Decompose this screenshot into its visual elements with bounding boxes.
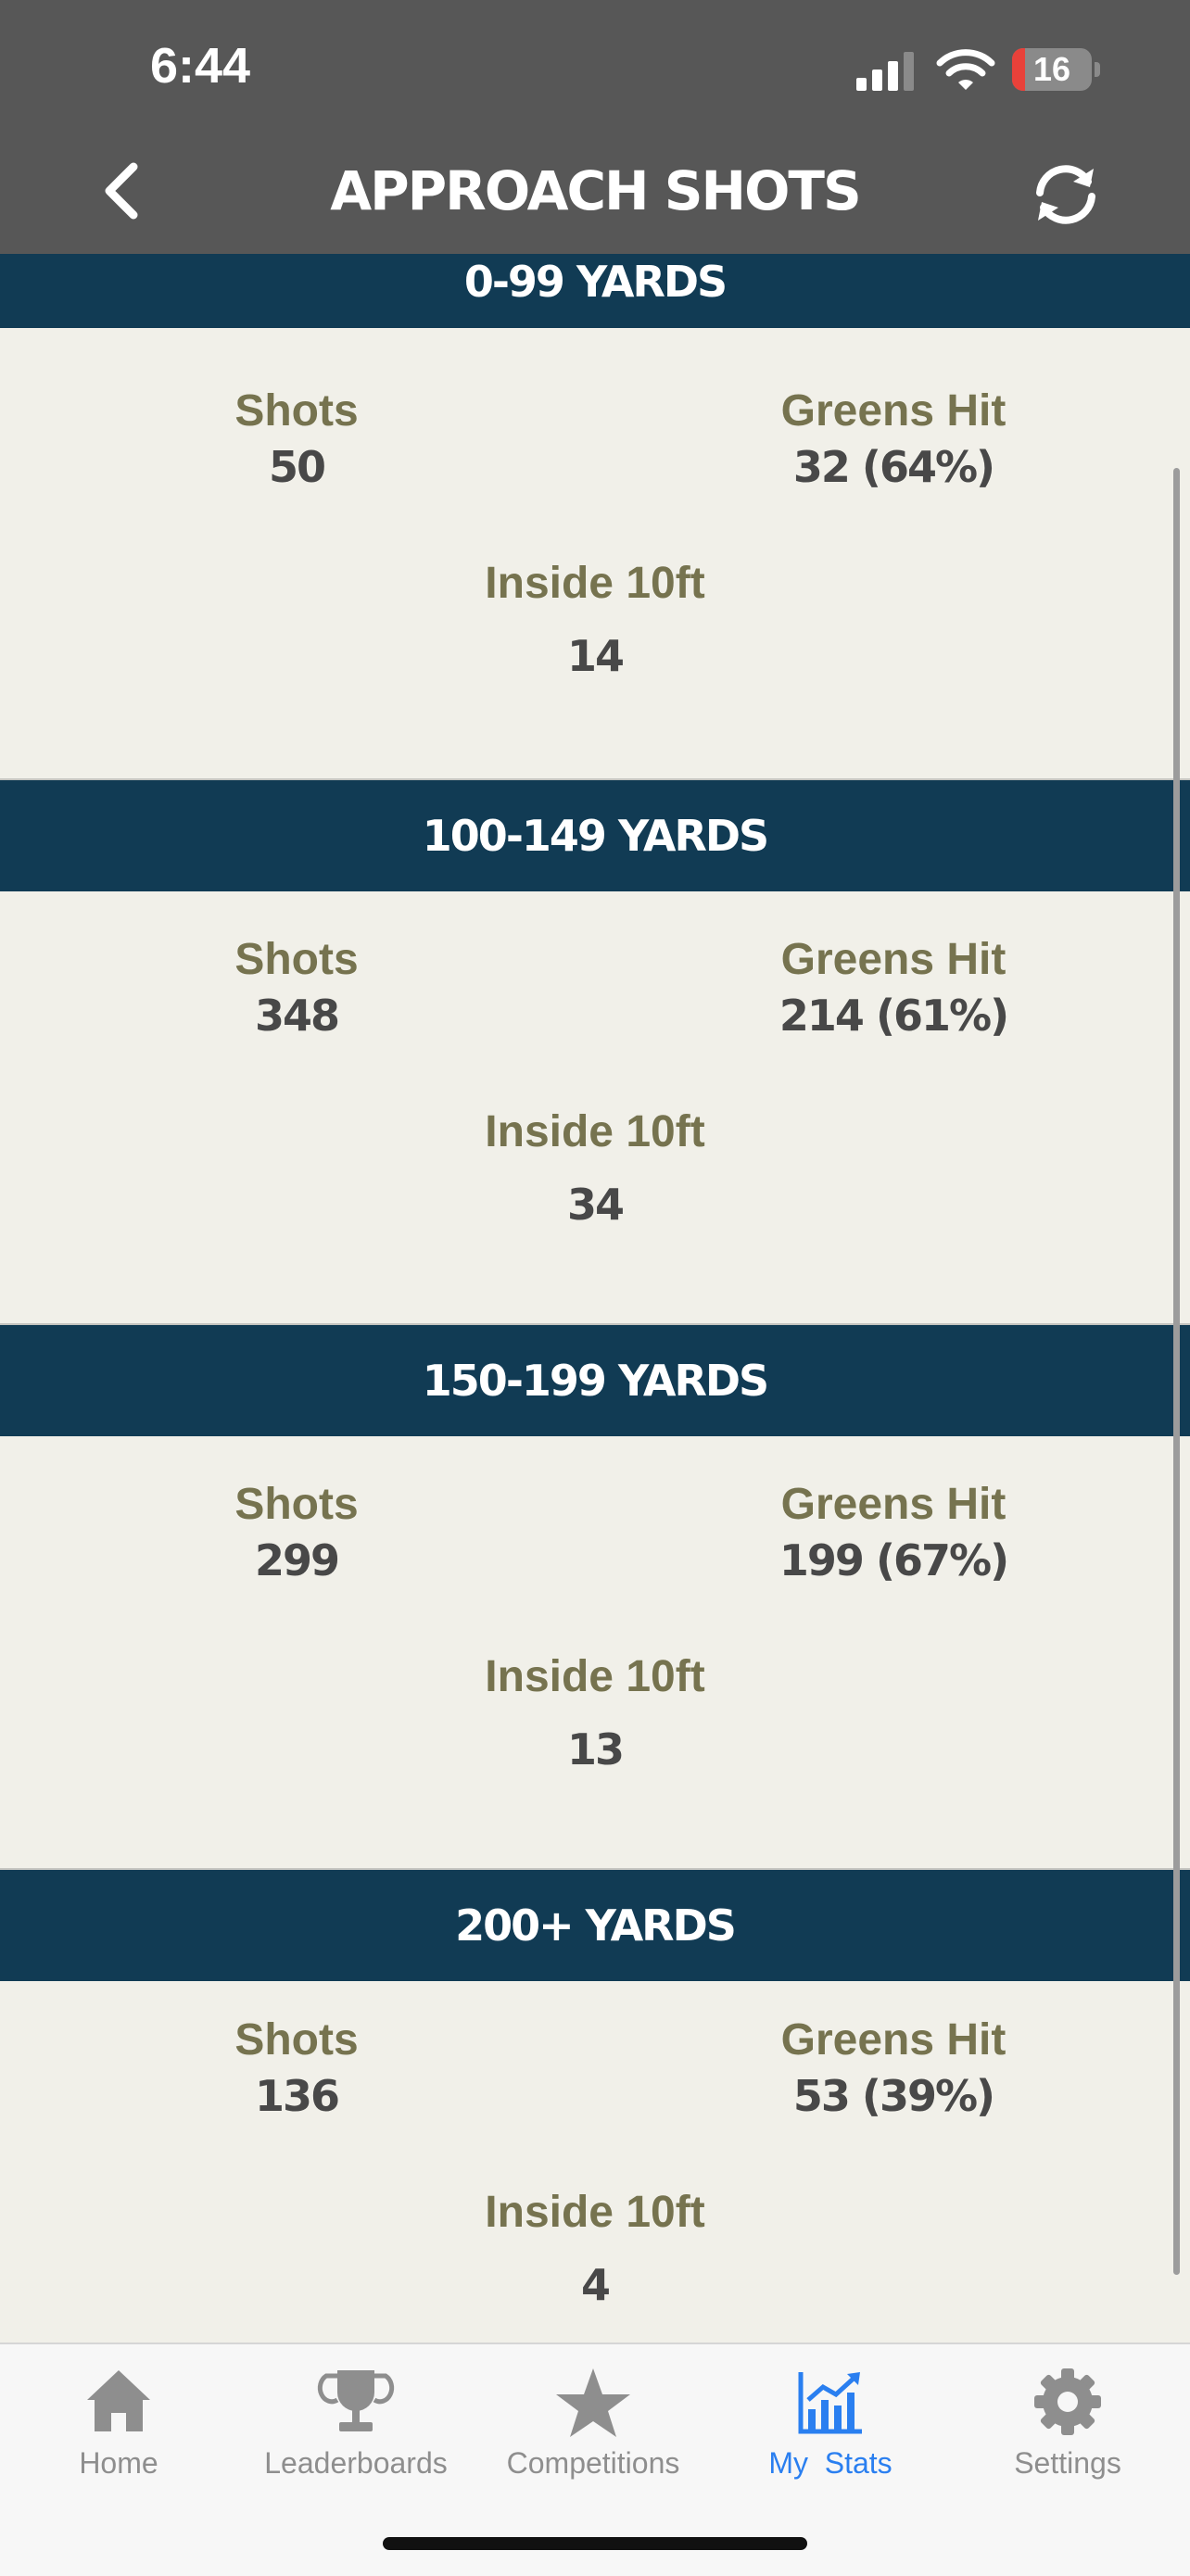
greens-hit-stat: Greens Hit 214 (61%): [699, 932, 1088, 1043]
shots-stat: Shots 348: [102, 932, 491, 1043]
greens-hit-label: Greens Hit: [780, 2015, 1006, 2065]
cellular-signal-icon: [856, 52, 914, 91]
home-indicator[interactable]: [383, 2537, 807, 2550]
back-button[interactable]: [89, 158, 156, 224]
shots-value: 50: [268, 442, 326, 492]
tab-label: Settings: [1014, 2446, 1121, 2480]
shots-stat: Shots 50: [102, 384, 491, 495]
battery-indicator: 16: [1012, 48, 1101, 91]
tab-label: My Stats: [768, 2446, 892, 2480]
shots-value: 348: [254, 991, 340, 1041]
chart-icon: [798, 2372, 862, 2434]
section-body: Shots 299 Greens Hit 199 (67%) Inside 10…: [0, 1436, 1190, 1868]
inside-10ft-stat: Inside 10ft 4: [400, 2185, 790, 2313]
inside-10ft-stat: Inside 10ft 13: [400, 1649, 790, 1777]
greens-hit-value: 214 (61%): [779, 991, 1009, 1041]
approach-stats-list[interactable]: 0-99 YARDS Shots 50 Greens Hit 32 (64%) …: [0, 254, 1190, 2342]
tab-settings[interactable]: Settings: [949, 2363, 1186, 2502]
tab-home[interactable]: Home: [0, 2363, 237, 2502]
tab-my-stats[interactable]: My Stats: [712, 2363, 949, 2502]
greens-hit-value: 53 (39%): [792, 2071, 995, 2121]
tab-competitions[interactable]: Competitions: [475, 2363, 712, 2502]
section-header: 150-199 YARDS: [0, 1325, 1190, 1436]
inside-10ft-value: 34: [566, 1180, 625, 1230]
shots-value: 136: [254, 2071, 340, 2121]
tab-label: Competitions: [506, 2446, 680, 2480]
inside-10ft-label: Inside 10ft: [485, 1652, 705, 1701]
section-header: 200+ YARDS: [0, 1870, 1190, 1981]
trophy-icon: [317, 2370, 395, 2431]
inside-10ft-label: Inside 10ft: [485, 1107, 705, 1156]
section-header: 100-149 YARDS: [0, 780, 1190, 891]
greens-hit-stat: Greens Hit 32 (64%): [699, 384, 1088, 495]
greens-hit-label: Greens Hit: [780, 1480, 1006, 1529]
section-header: 0-99 YARDS: [0, 254, 1190, 328]
navigation-bar: APPROACH SHOTS: [0, 139, 1190, 254]
wifi-icon: [936, 49, 995, 90]
tab-label: Home: [79, 2446, 158, 2480]
inside-10ft-label: Inside 10ft: [485, 559, 705, 608]
refresh-button[interactable]: [1027, 158, 1105, 232]
greens-hit-label: Greens Hit: [780, 935, 1006, 984]
inside-10ft-value: 14: [566, 631, 625, 681]
section-body: Shots 136 Greens Hit 53 (39%) Inside 10f…: [0, 1981, 1190, 2342]
shots-label: Shots: [234, 1480, 359, 1529]
refresh-icon: [1036, 165, 1095, 224]
shots-label: Shots: [234, 935, 359, 984]
status-bar: 6:44 16: [0, 0, 1190, 139]
tab-label: Leaderboards: [264, 2446, 448, 2480]
inside-10ft-stat: Inside 10ft 34: [400, 1105, 790, 1232]
shots-stat: Shots 136: [102, 2013, 491, 2124]
battery-level: 16: [1032, 50, 1071, 88]
greens-hit-value: 32 (64%): [792, 442, 995, 492]
home-icon: [87, 2370, 150, 2431]
section-body: Shots 50 Greens Hit 32 (64%) Inside 10ft…: [0, 347, 1190, 778]
shots-label: Shots: [234, 386, 359, 436]
gear-icon: [1034, 2368, 1101, 2435]
inside-10ft-stat: Inside 10ft 14: [400, 556, 790, 684]
page-title: APPROACH SHOTS: [330, 159, 861, 222]
shots-value: 299: [254, 1535, 340, 1585]
inside-10ft-value: 4: [580, 2260, 611, 2310]
star-icon: [556, 2368, 630, 2437]
section-body: Shots 348 Greens Hit 214 (61%) Inside 10…: [0, 891, 1190, 1323]
greens-hit-stat: Greens Hit 53 (39%): [699, 2013, 1088, 2124]
greens-hit-label: Greens Hit: [780, 386, 1006, 436]
inside-10ft-label: Inside 10ft: [485, 2188, 705, 2237]
shots-label: Shots: [234, 2015, 359, 2065]
greens-hit-stat: Greens Hit 199 (67%): [699, 1477, 1088, 1588]
chevron-left-icon: [105, 162, 138, 220]
status-time: 6:44: [150, 38, 251, 94]
scrollbar[interactable]: [1173, 468, 1180, 2275]
greens-hit-value: 199 (67%): [779, 1535, 1009, 1585]
tab-leaderboards[interactable]: Leaderboards: [237, 2363, 475, 2502]
inside-10ft-value: 13: [566, 1724, 625, 1774]
shots-stat: Shots 299: [102, 1477, 491, 1588]
